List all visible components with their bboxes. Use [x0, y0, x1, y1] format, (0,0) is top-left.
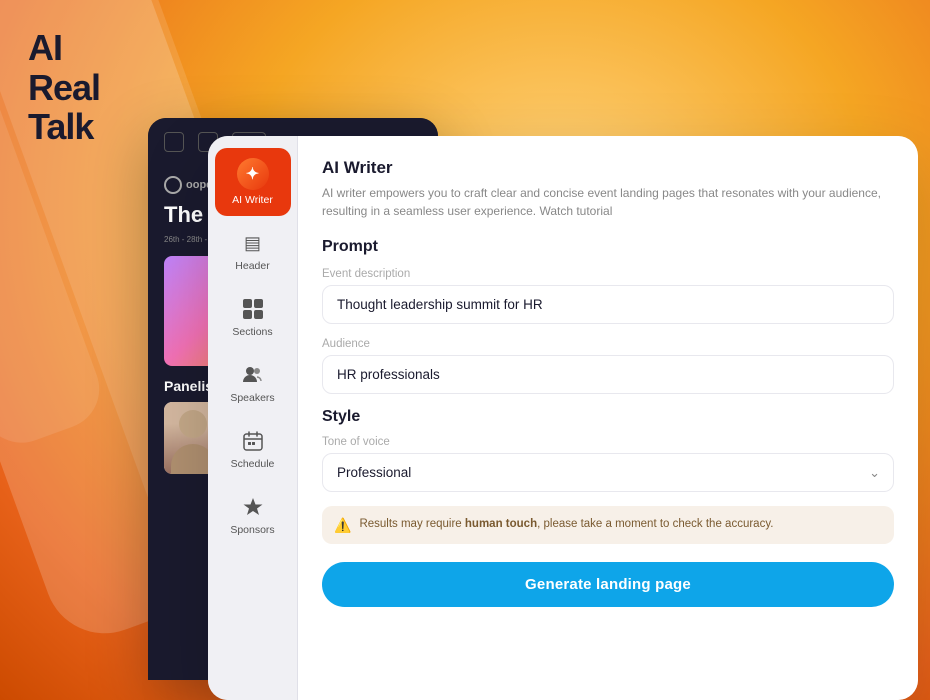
generate-button[interactable]: Generate landing page: [322, 562, 894, 607]
sidebar-item-schedule[interactable]: Schedule: [215, 418, 291, 480]
sidebar-item-header[interactable]: ▤ Header: [215, 220, 291, 282]
sidebar-item-sponsors[interactable]: Sponsors: [215, 484, 291, 546]
sidebar-item-sections[interactable]: Sections: [215, 286, 291, 348]
main-panel: ✦ AI Writer ▤ Header Sections: [208, 136, 918, 700]
prompt-section-title: Prompt: [322, 238, 894, 256]
main-container: oopers The future of everything 26th - 2…: [148, 118, 918, 680]
sponsors-icon: [240, 494, 266, 520]
sidebar-item-ai-writer[interactable]: ✦ AI Writer: [215, 148, 291, 216]
content-panel: AI Writer AI writer empowers you to craf…: [298, 136, 918, 700]
sidebar-label-sponsors: Sponsors: [230, 524, 274, 536]
tone-select[interactable]: Professional Casual Formal Friendly: [322, 453, 894, 492]
panel-title: AI Writer: [322, 158, 894, 178]
style-section-title: Style: [322, 408, 894, 426]
speakers-icon: [240, 362, 266, 388]
sidebar: ✦ AI Writer ▤ Header Sections: [208, 136, 298, 700]
warning-text: Results may require human touch, please …: [359, 516, 773, 533]
sidebar-label-speakers: Speakers: [230, 392, 274, 404]
event-description-label: Event description: [322, 268, 894, 280]
phone-icon: [164, 132, 184, 152]
audience-input[interactable]: [322, 355, 894, 394]
sidebar-label-sections: Sections: [232, 326, 272, 338]
ai-writer-icon: ✦: [237, 158, 269, 190]
panel-description: AI writer empowers you to craft clear an…: [322, 184, 894, 220]
tone-label: Tone of voice: [322, 436, 894, 448]
sections-icon: [240, 296, 266, 322]
sidebar-label-ai-writer: AI Writer: [232, 194, 273, 206]
sidebar-label-header: Header: [235, 260, 269, 272]
sidebar-item-speakers[interactable]: Speakers: [215, 352, 291, 414]
event-description-input[interactable]: [322, 285, 894, 324]
sidebar-label-schedule: Schedule: [231, 458, 275, 470]
schedule-icon: [240, 428, 266, 454]
audience-label: Audience: [322, 338, 894, 350]
header-icon: ▤: [240, 230, 266, 256]
tone-select-wrapper: Professional Casual Formal Friendly ⌄: [322, 453, 894, 492]
brand-logo: AI Real Talk: [28, 28, 100, 147]
warning-icon: ⚠️: [334, 517, 351, 534]
warning-box: ⚠️ Results may require human touch, plea…: [322, 506, 894, 544]
